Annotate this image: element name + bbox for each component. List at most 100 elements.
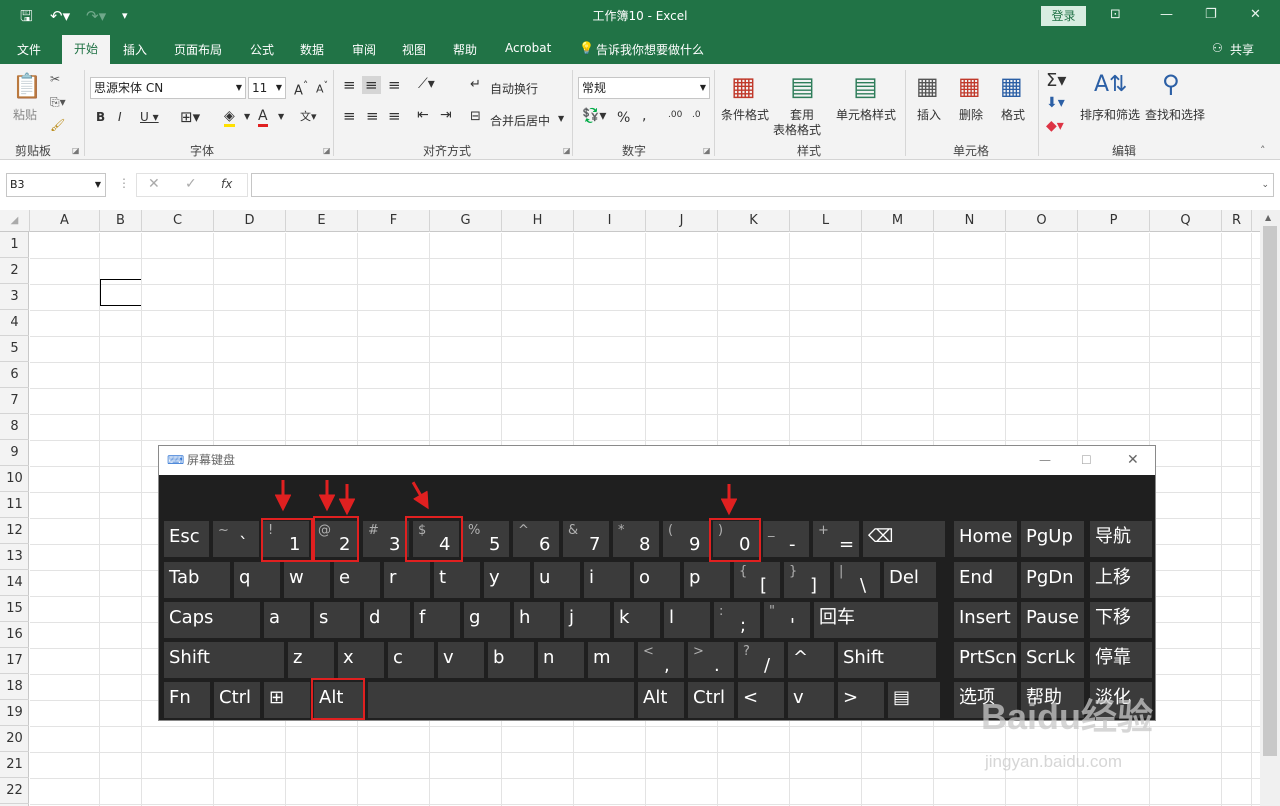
italic-button[interactable]: I xyxy=(118,110,122,124)
key-g[interactable]: g xyxy=(464,602,510,638)
key-[[interactable]: {[ xyxy=(734,562,780,598)
row-header-20[interactable]: 20 xyxy=(0,726,29,752)
key-End[interactable]: End xyxy=(954,562,1017,598)
tab-help[interactable]: 帮助 xyxy=(453,41,477,58)
undo-icon[interactable]: ↶▾ xyxy=(50,7,70,25)
row-header-12[interactable]: 12 xyxy=(0,518,29,544)
key-d[interactable]: d xyxy=(364,602,410,638)
fill-icon[interactable]: ⬇▾ xyxy=(1046,95,1065,111)
font-size-select[interactable]: 11 ▼ xyxy=(248,77,286,99)
tab-file[interactable]: 文件 xyxy=(17,41,41,58)
percent-icon[interactable]: % xyxy=(617,110,630,126)
row-header-18[interactable]: 18 xyxy=(0,674,29,700)
tab-data[interactable]: 数据 xyxy=(300,41,324,58)
row-header-2[interactable]: 2 xyxy=(0,258,29,284)
formula-input[interactable]: ⌄ xyxy=(251,173,1274,197)
key-⌫[interactable]: ⌫ xyxy=(863,521,945,557)
find-select-button[interactable]: 查找和选择 xyxy=(1145,106,1205,123)
row-header-22[interactable]: 22 xyxy=(0,778,29,804)
key-/[interactable]: ? / xyxy=(738,642,784,678)
login-button[interactable]: 登录 xyxy=(1041,6,1086,26)
column-header-d[interactable]: D xyxy=(214,210,286,232)
column-header-n[interactable]: N xyxy=(934,210,1006,232)
tab-formulas[interactable]: 公式 xyxy=(250,41,274,58)
key-m[interactable]: m xyxy=(588,642,634,678)
merge-center-button[interactable]: 合并后居中 xyxy=(490,112,550,129)
key-c[interactable]: c xyxy=(388,642,434,678)
row-header-10[interactable]: 10 xyxy=(0,466,29,492)
osk-close-icon[interactable]: ✕ xyxy=(1127,446,1139,475)
key-o[interactable]: o xyxy=(634,562,680,598)
column-header-f[interactable]: F xyxy=(358,210,430,232)
column-header-a[interactable]: A xyxy=(30,210,100,232)
orientation-icon[interactable]: ⟋▾ xyxy=(418,76,435,92)
key-Home[interactable]: Home xyxy=(954,521,1017,557)
align-bottom-icon[interactable]: ≡ xyxy=(388,76,401,94)
tab-review[interactable]: 审阅 xyxy=(352,41,376,58)
column-header-g[interactable]: G xyxy=(430,210,502,232)
delete-cells-button[interactable]: 删除 xyxy=(959,106,983,123)
key-j[interactable]: j xyxy=(564,602,610,638)
dialog-launcher-icon[interactable]: ◪ xyxy=(703,146,711,155)
key-导航[interactable]: 导航 xyxy=(1090,521,1152,557)
row-header-9[interactable]: 9 xyxy=(0,440,29,466)
row-header-7[interactable]: 7 xyxy=(0,388,29,414)
key-5[interactable]: % 5 xyxy=(463,521,509,557)
key-h[interactable]: h xyxy=(514,602,560,638)
conditional-format-button[interactable]: 条件格式 xyxy=(721,106,769,123)
copy-icon[interactable]: ⎘▾ xyxy=(50,95,66,110)
number-format-select[interactable]: 常规 ▼ xyxy=(578,77,710,99)
key-.[interactable]: >. xyxy=(688,642,734,678)
format-as-table-button[interactable]: 表格格式 xyxy=(773,121,821,138)
redo-icon[interactable]: ↷▾ xyxy=(86,7,106,25)
key-Insert[interactable]: Insert xyxy=(954,602,1017,638)
key-PgUp[interactable]: PgUp xyxy=(1021,521,1084,557)
key-z[interactable]: z xyxy=(288,642,334,678)
share-button[interactable]: 共享 xyxy=(1230,41,1254,58)
bold-button[interactable]: B xyxy=(96,110,105,124)
column-header-l[interactable]: L xyxy=(790,210,862,232)
merge-icon[interactable]: ⊟ xyxy=(470,109,481,124)
cell-styles-button[interactable]: 单元格样式 xyxy=(836,106,896,123)
key-i[interactable]: i xyxy=(584,562,630,598)
fill-color-icon[interactable]: ◈ xyxy=(224,108,235,127)
border-icon[interactable]: ⊞▾ xyxy=(180,108,200,126)
dialog-launcher-icon[interactable]: ◪ xyxy=(563,146,571,155)
key-Ctrl[interactable]: Ctrl xyxy=(688,682,734,718)
dialog-launcher-icon[interactable]: ◪ xyxy=(323,146,331,155)
insert-function-icon[interactable]: fx xyxy=(221,177,232,191)
key-r[interactable]: r xyxy=(384,562,430,598)
column-header-e[interactable]: E xyxy=(286,210,358,232)
key-q[interactable]: q xyxy=(234,562,280,598)
chevron-down-icon[interactable]: ▼ xyxy=(244,112,250,121)
key-Fn[interactable]: Fn xyxy=(164,682,210,718)
selected-cell[interactable] xyxy=(100,279,142,306)
paste-icon[interactable]: 📋 xyxy=(12,72,42,100)
row-header-16[interactable]: 16 xyxy=(0,622,29,648)
row-header-3[interactable]: 3 xyxy=(0,284,29,310)
ribbon-display-icon[interactable]: ⊡ xyxy=(1110,7,1121,22)
key-w[interactable]: w xyxy=(284,562,330,598)
insert-cells-icon[interactable]: ▦ xyxy=(916,72,939,100)
key-,[interactable]: <, xyxy=(638,642,684,678)
key-t[interactable]: t xyxy=(434,562,480,598)
key-6[interactable]: ^ 6 xyxy=(513,521,559,557)
key--[interactable]: _ - xyxy=(763,521,809,557)
save-icon[interactable]: 🖫 xyxy=(20,7,33,25)
cancel-icon[interactable]: ✕ xyxy=(148,176,160,192)
currency-icon[interactable]: 💱▾ xyxy=(582,108,606,124)
minimize-icon[interactable]: — xyxy=(1160,7,1173,22)
row-header-15[interactable]: 15 xyxy=(0,596,29,622)
paste-button[interactable]: 粘贴 xyxy=(13,106,37,123)
vertical-scrollbar[interactable]: ▲ xyxy=(1260,210,1280,806)
key-u[interactable]: u xyxy=(534,562,580,598)
font-color-icon[interactable]: A xyxy=(258,108,268,127)
key-Shift[interactable]: Shift xyxy=(838,642,936,678)
cell-styles-icon[interactable]: ▤ xyxy=(853,72,878,102)
increase-indent-icon[interactable]: ⇥ xyxy=(440,107,452,123)
row-header-6[interactable]: 6 xyxy=(0,362,29,388)
osk-minimize-icon[interactable]: — xyxy=(1039,446,1051,475)
key-n[interactable]: n xyxy=(538,642,584,678)
increase-decimal-icon[interactable]: .00 xyxy=(668,110,682,120)
column-header-c[interactable]: C xyxy=(142,210,214,232)
